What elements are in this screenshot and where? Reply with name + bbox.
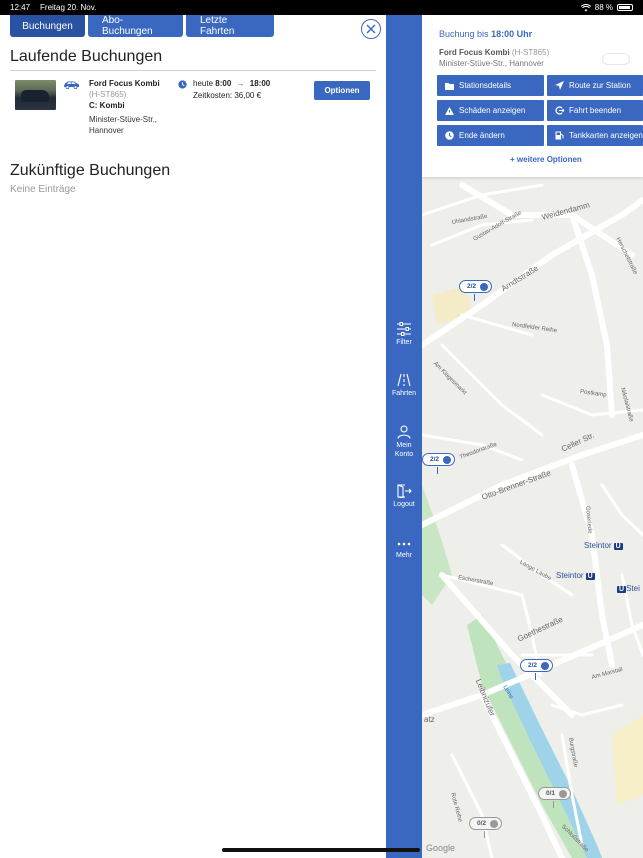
tab-abo-buchungen[interactable]: Abo-Buchungen bbox=[88, 15, 183, 37]
sidebar-item-label: Mehr bbox=[396, 552, 412, 559]
car-icon bbox=[64, 81, 79, 89]
map[interactable]: Weidendamm Arndtstraße Herschelstraße Gu… bbox=[422, 15, 643, 858]
status-right: 88 % bbox=[580, 3, 633, 12]
sidebar-item-filter[interactable]: Filter bbox=[386, 322, 422, 347]
booking-cost: Zeitkosten: 36,00 € bbox=[193, 91, 262, 100]
route-button[interactable]: Route zur Station bbox=[547, 75, 643, 96]
clock-icon bbox=[445, 131, 454, 140]
vehicle-name: Ford Focus Kombi bbox=[89, 79, 160, 88]
car-marker-icon bbox=[443, 455, 452, 464]
damages-button[interactable]: Schäden anzeigen bbox=[437, 100, 544, 121]
car-marker-icon bbox=[480, 282, 489, 291]
popover-address: Minister-Stüve-Str., Hannover bbox=[439, 59, 544, 68]
subway-icon: U bbox=[585, 573, 595, 580]
close-icon bbox=[366, 24, 376, 34]
time-end: 18:00 bbox=[249, 79, 271, 88]
status-date: Freitag 20. Nov. bbox=[40, 3, 97, 12]
arrow-right-icon: → bbox=[236, 79, 245, 88]
pin-stem bbox=[484, 831, 486, 838]
status-time: 12:47 bbox=[10, 3, 31, 12]
home-indicator[interactable] bbox=[222, 848, 420, 852]
toggle-ghost bbox=[602, 53, 630, 65]
future-bookings-heading: Zukünftige Buchungen bbox=[10, 162, 171, 179]
current-bookings-heading: Laufende Buchungen bbox=[10, 48, 163, 65]
booking-tabs: Buchungen Abo-Buchungen Letzte Fahrten bbox=[10, 15, 274, 37]
car-marker-icon bbox=[490, 819, 499, 828]
sidebar-item-label: Fahrten bbox=[391, 390, 417, 397]
sidebar-item-label: Mein Konto bbox=[394, 442, 414, 458]
vehicle-image bbox=[15, 80, 56, 110]
navigation-icon bbox=[555, 81, 564, 90]
station-pin[interactable]: 0/2 bbox=[469, 817, 503, 830]
more-options-link[interactable]: + weitere Optionen bbox=[510, 155, 582, 164]
car-marker-icon bbox=[541, 661, 550, 670]
end-trip-button[interactable]: Fahrt beenden bbox=[547, 100, 643, 121]
battery-percent: 88 % bbox=[594, 3, 613, 12]
folder-icon bbox=[445, 82, 454, 90]
vehicle-class: C: Kombi bbox=[89, 101, 125, 110]
account-icon bbox=[397, 425, 411, 439]
booking-item: Ford Focus Kombi (H-ST865) C: Kombi Mini… bbox=[15, 78, 375, 148]
pin-stem bbox=[553, 801, 555, 808]
logout-icon bbox=[397, 484, 412, 498]
bookings-panel: Buchungen Abo-Buchungen Letzte Fahrten L… bbox=[0, 15, 386, 858]
clock-icon bbox=[178, 80, 187, 89]
close-button[interactable] bbox=[361, 19, 381, 39]
subway-icon: U bbox=[617, 586, 627, 593]
filter-icon bbox=[397, 322, 411, 336]
station-label[interactable]: Steintor U bbox=[556, 571, 595, 580]
sidebar-item-label: Filter bbox=[396, 339, 412, 346]
more-icon bbox=[397, 542, 411, 546]
status-bar: 12:47 Freitag 20. Nov. 88 % bbox=[0, 0, 643, 15]
station-pin[interactable]: 0/1 bbox=[538, 787, 572, 800]
pin-stem bbox=[437, 467, 439, 474]
time-prefix: heute bbox=[193, 79, 214, 88]
divider bbox=[10, 70, 376, 71]
vehicle-plate: (H-ST865) bbox=[89, 90, 127, 99]
wifi-icon bbox=[580, 3, 591, 11]
station-address: Minister-Stüve-Str., Hannover bbox=[89, 115, 158, 135]
sidebar-item-logout[interactable]: Logout bbox=[386, 484, 422, 509]
fuel-cards-button[interactable]: Tankkarten anzeigen bbox=[547, 125, 643, 146]
pin-stem bbox=[474, 294, 476, 301]
station-pin[interactable]: 2/2 bbox=[422, 453, 456, 466]
sidebar-item-mein-konto[interactable]: Mein Konto bbox=[386, 425, 422, 459]
booking-time: heute 8:00 → 18:00 bbox=[193, 79, 270, 88]
app-root: 12:47 Freitag 20. Nov. 88 % Buchungen Ab… bbox=[0, 0, 643, 858]
sidebar-item-label: Logout bbox=[393, 501, 415, 508]
popover-title: Buchung bis 18:00 Uhr bbox=[439, 29, 533, 39]
booking-popover: Buchung bis 18:00 Uhr Ford Focus Kombi (… bbox=[422, 15, 643, 177]
warning-icon bbox=[445, 106, 454, 115]
sidebar-item-mehr[interactable]: Mehr bbox=[386, 539, 422, 560]
change-end-button[interactable]: Ende ändern bbox=[437, 125, 544, 146]
time-start: 8:00 bbox=[215, 79, 232, 88]
station-label[interactable]: Steintor U bbox=[584, 541, 623, 550]
popover-vehicle: Ford Focus Kombi (H-ST865) bbox=[439, 48, 550, 57]
pin-stem bbox=[535, 673, 537, 680]
end-trip-icon bbox=[555, 106, 564, 115]
empty-state-text: Keine Einträge bbox=[10, 184, 76, 195]
street-label: atz bbox=[424, 715, 435, 724]
fuel-icon bbox=[555, 131, 564, 140]
options-button[interactable]: Optionen bbox=[314, 81, 370, 100]
map-attribution: Google bbox=[426, 843, 456, 853]
car-marker-icon bbox=[559, 789, 568, 798]
sidebar: Filter Fahrten Mein Konto Logout Mehr bbox=[386, 15, 422, 858]
station-label[interactable]: U Stei bbox=[615, 584, 640, 593]
tab-letzte-fahrten[interactable]: Letzte Fahrten bbox=[186, 15, 274, 37]
tab-buchungen[interactable]: Buchungen bbox=[10, 15, 85, 37]
sidebar-item-fahrten[interactable]: Fahrten bbox=[386, 373, 422, 398]
battery-icon bbox=[617, 4, 633, 11]
road-icon bbox=[397, 373, 411, 387]
station-pin[interactable]: 2/2 bbox=[459, 280, 493, 293]
station-pin[interactable]: 2/2 bbox=[520, 659, 554, 672]
station-details-button[interactable]: Stationsdetails bbox=[437, 75, 544, 96]
subway-icon: U bbox=[613, 543, 623, 550]
